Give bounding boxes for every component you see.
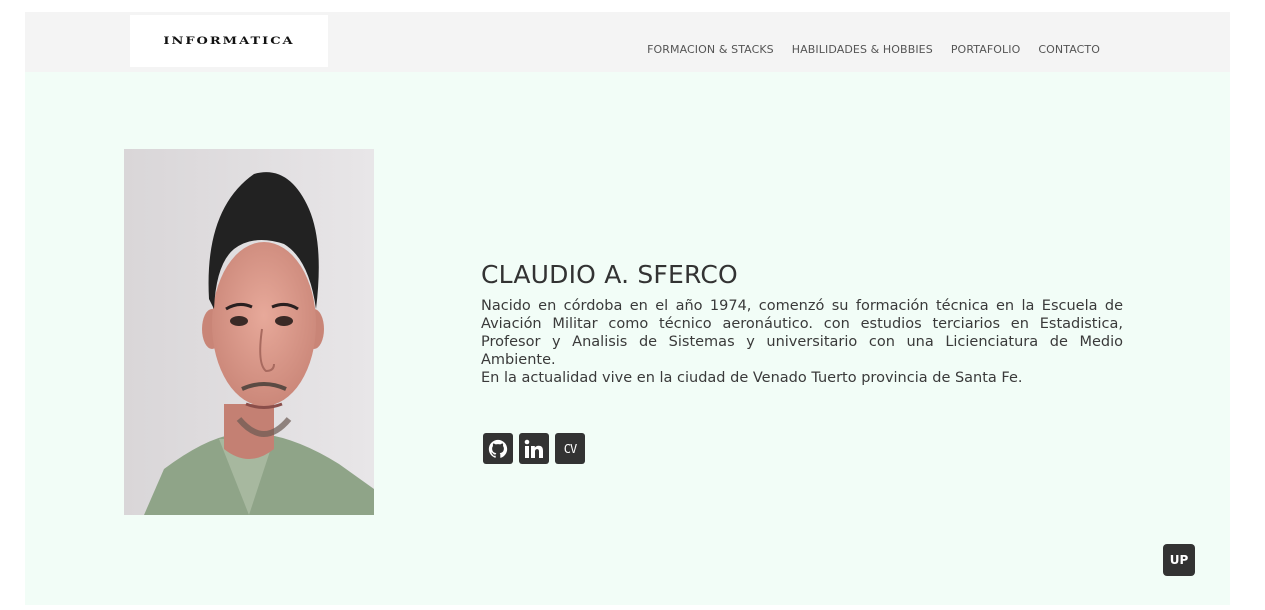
logo-text: INFORMATICA: [163, 35, 295, 47]
github-link[interactable]: [483, 433, 513, 464]
navbar: INFORMATICA FORMACION & STACKS HABILIDAD…: [25, 12, 1230, 72]
profile-bio: Nacido en córdoba en el año 1974, comenz…: [481, 298, 1123, 368]
linkedin-icon: [524, 439, 543, 458]
nav-link-habilidades[interactable]: HABILIDADES & HOBBIES: [792, 43, 933, 56]
nav-link-formacion[interactable]: FORMACION & STACKS: [647, 43, 774, 56]
nav-menu: FORMACION & STACKS HABILIDADES & HOBBIES…: [647, 43, 1100, 56]
page-frame: INFORMATICA FORMACION & STACKS HABILIDAD…: [25, 12, 1230, 605]
nav-link-contacto[interactable]: CONTACTO: [1038, 43, 1100, 56]
social-links: CV: [483, 433, 585, 464]
cv-icon: CV: [563, 441, 577, 456]
nav-link-portafolio[interactable]: PORTAFOLIO: [951, 43, 1021, 56]
logo[interactable]: INFORMATICA: [130, 15, 328, 67]
linkedin-link[interactable]: [519, 433, 549, 464]
github-icon: [488, 439, 508, 458]
scroll-top-button[interactable]: UP: [1163, 544, 1195, 576]
profile-content: CLAUDIO A. SFERCO Nacido en córdoba en e…: [481, 260, 1123, 387]
cv-link[interactable]: CV: [555, 433, 585, 464]
profile-name: CLAUDIO A. SFERCO: [481, 260, 738, 289]
profile-location: En la actualidad vive en la ciudad de Ve…: [481, 370, 1023, 386]
profile-photo: [124, 149, 374, 515]
